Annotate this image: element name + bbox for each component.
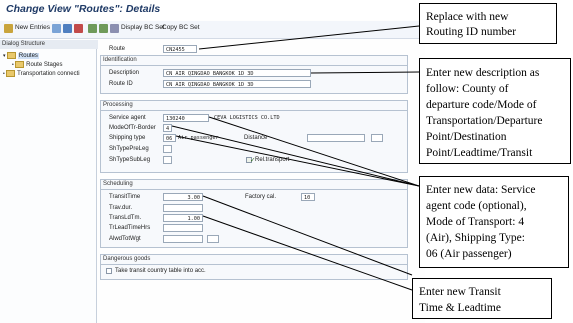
transit-country-label: Take transit country table into acc. [115, 268, 206, 274]
title-bar: Change View "Routes": Details [0, 0, 425, 20]
divider [101, 65, 407, 66]
transit-country-checkbox[interactable] [106, 268, 112, 274]
edit-icon[interactable] [4, 24, 13, 33]
save-icon[interactable] [63, 24, 72, 33]
window-title: Change View "Routes": Details [6, 3, 161, 15]
factory-calendar-label: Factory cal. [245, 194, 277, 200]
allowed-total-weight-field[interactable] [163, 235, 203, 243]
weight-unit-field[interactable] [207, 235, 219, 243]
identification-title: Identification [103, 57, 137, 63]
callout-description: Enter new description as follow: County … [419, 58, 571, 164]
route-field[interactable]: CN2455 [163, 45, 197, 53]
scheduling-group: Scheduling TransitTime 3.00 Factory cal.… [100, 179, 408, 248]
distance-field[interactable] [307, 134, 365, 142]
bc-set-icon[interactable] [110, 24, 119, 33]
scheduling-title: Scheduling [103, 181, 133, 187]
allowed-total-weight-label: AlwdTotWgt [109, 236, 141, 242]
previous-entry-icon[interactable] [88, 24, 97, 33]
callout-transit-leadtime: Enter new Transit Time & Leadtime [412, 278, 552, 319]
shtypesubleg-field[interactable] [163, 156, 172, 164]
shtypepreleg-field[interactable] [163, 145, 172, 153]
tree-item-routes[interactable]: ▾ Routes [3, 52, 39, 60]
transit-time-field[interactable]: 3.00 [163, 193, 203, 201]
factory-calendar-field[interactable]: 10 [301, 193, 315, 201]
mode-of-transport-label: ModeOfTr-Border [109, 125, 156, 131]
shipping-type-label: Shipping type [109, 135, 146, 141]
service-agent-label: Service agent [109, 115, 146, 121]
copy-icon[interactable] [52, 24, 61, 33]
service-agent-field[interactable]: 130240 [163, 114, 209, 122]
processing-group: Processing Service agent 130240 CEVA LOG… [100, 100, 408, 173]
description-field[interactable]: CN AIR QINGDAO BANGKOK 1D 3D [163, 69, 311, 77]
mode-of-transport-field[interactable]: 4 [163, 124, 172, 132]
travel-duration-field[interactable] [163, 204, 203, 212]
divider [101, 110, 407, 111]
transport-leadtime-field[interactable]: 1.00 [163, 214, 203, 222]
transport-leadtime-label: TransLdTm. [109, 215, 142, 221]
distance-unit-field[interactable] [371, 134, 383, 142]
dangerous-goods-group: Dangerous goods Take transit country tab… [100, 254, 408, 280]
leadtime-hours-label: TrLeadTimeHrs [109, 225, 151, 231]
service-agent-name: CEVA LOGISTICS CO.LTD [214, 115, 280, 121]
route-id-label: Route ID [109, 81, 133, 87]
route-id-field[interactable]: CN AIR QINGDAO BANGKOK 1D 3D [163, 80, 311, 88]
delete-icon[interactable] [74, 24, 83, 33]
leadtime-hours-field[interactable] [163, 224, 203, 232]
copy-bc-set-button[interactable]: Copy BC Set [162, 24, 200, 31]
folder-icon [15, 61, 25, 68]
travel-duration-label: Trav.dur. [109, 205, 133, 211]
divider [101, 189, 407, 190]
rel-transport-label: Rel.transport [255, 157, 290, 163]
distance-label: Distance [244, 135, 268, 141]
dialog-structure-tree: Dialog Structure ▾ Routes • Route Stages… [0, 40, 98, 323]
sap-window: Change View "Routes": Details New Entrie… [0, 0, 425, 323]
shipping-type-field[interactable]: 06 [163, 134, 176, 142]
tree-header: Dialog Structure [0, 40, 98, 49]
application-toolbar: New Entries Display BC Set Copy BC Set [0, 21, 425, 39]
dangerous-goods-title: Dangerous goods [103, 256, 151, 262]
description-label: Description [109, 70, 140, 76]
shtypesubleg-label: ShTypeSubLeg [109, 157, 151, 163]
tree-item-route-stages[interactable]: • Route Stages [12, 61, 63, 68]
identification-group: Identification Description CN AIR QINGDA… [100, 55, 408, 94]
callout-service-agent: Enter new data: Service agent code (opti… [419, 176, 569, 268]
processing-title: Processing [103, 102, 133, 108]
display-bc-set-button[interactable]: Display BC Set [121, 24, 165, 31]
divider [101, 264, 407, 265]
folder-icon [6, 70, 16, 77]
transit-time-label: TransitTime [109, 194, 141, 200]
route-label: Route [109, 46, 126, 52]
callout-routing-id: Replace with new Routing ID number [419, 3, 557, 44]
next-entry-icon[interactable] [99, 24, 108, 33]
shtypepreleg-label: ShTypePreLeg [109, 146, 149, 152]
shipping-type-text: Air passenger [178, 135, 219, 141]
new-entries-button[interactable]: New Entries [15, 24, 50, 31]
tree-item-transportation-connection[interactable]: • Transportation connecti [3, 70, 80, 77]
folder-icon [6, 52, 16, 59]
